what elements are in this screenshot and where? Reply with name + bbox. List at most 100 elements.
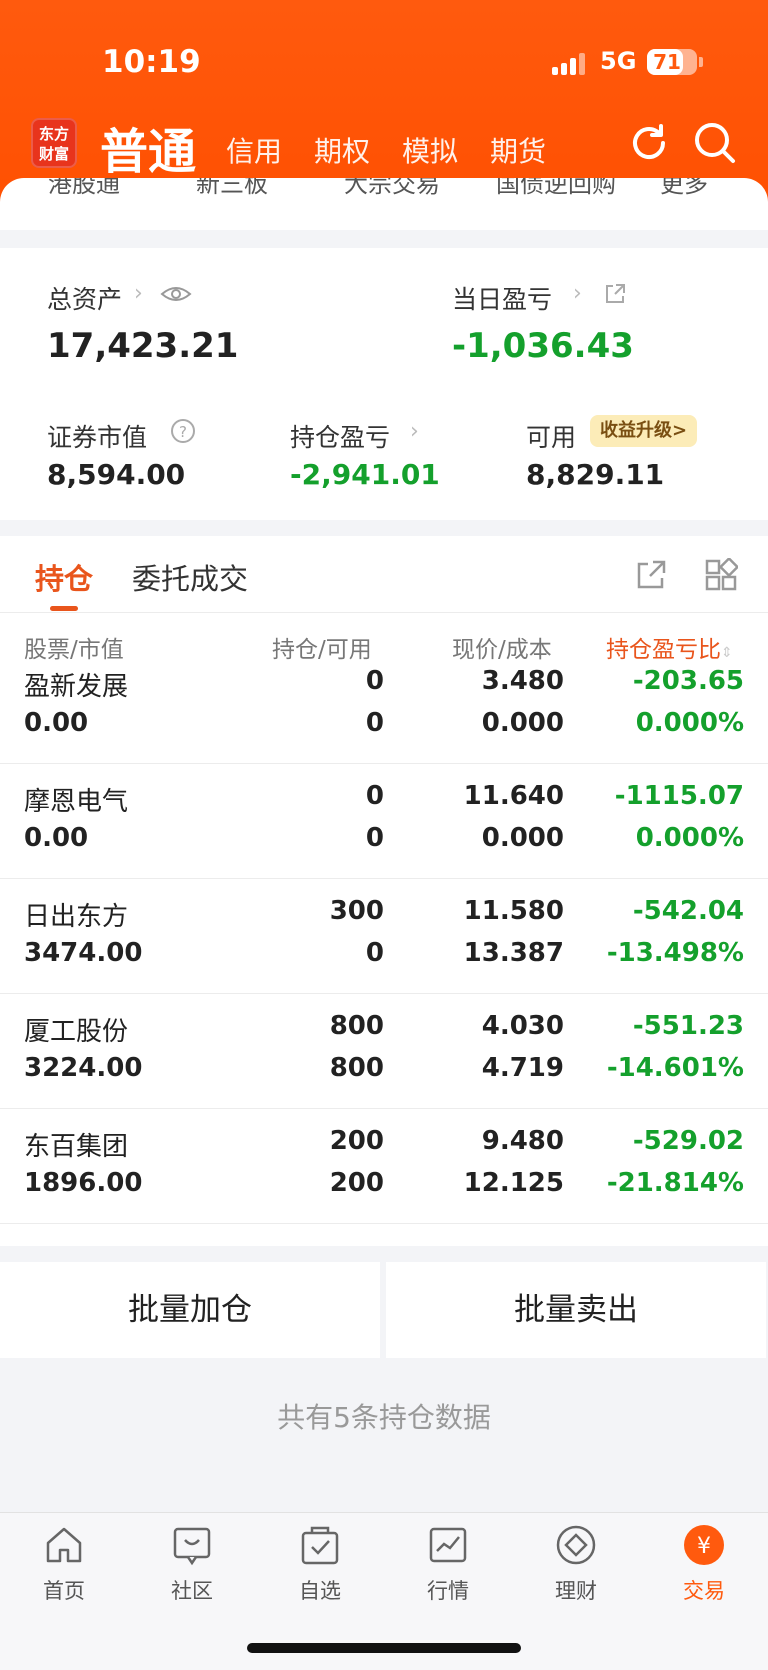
stock-market-value: 0.00 [24,823,89,853]
chevron-right-icon: › [573,281,582,306]
peek-item[interactable]: 更多 [660,178,708,199]
wealth-icon [556,1525,596,1565]
community-icon [173,1527,211,1566]
position-pnl-ratio: 0.000% [635,823,744,853]
batch-actions: 批量加仓 批量卖出 [0,1262,768,1358]
position-pnl-value: -2,941.01 [290,458,440,491]
peek-item[interactable]: 港股通 [48,178,120,199]
eye-icon[interactable] [160,282,192,306]
search-icon[interactable] [692,120,738,166]
stock-name: 厦工股份 [24,1017,129,1047]
tab-simulation[interactable]: 模拟 [402,130,458,170]
home-indicator[interactable] [247,1643,521,1653]
available-qty: 0 [365,708,384,738]
stock-market-value: 1896.00 [24,1168,143,1198]
position-pnl-ratio: 0.000% [635,708,744,738]
current-price: 4.030 [481,1011,564,1041]
trade-yuan-icon: ¥ [684,1525,724,1565]
holdings-count-note: 共有5条持仓数据 [277,1401,491,1434]
cost-price: 0.000 [481,708,564,738]
table-row[interactable]: 盈新发展 0.00 0 0 3.480 0.000 -203.65 0.000% [0,650,768,764]
position-pnl: -529.02 [632,1126,744,1156]
available-value: 8,829.11 [526,458,665,491]
cost-price: 4.719 [481,1053,564,1083]
upgrade-badge[interactable]: 收益升级> [590,415,698,447]
stock-market-value: 3224.00 [24,1053,143,1083]
current-price: 11.580 [463,896,564,926]
stock-name: 摩恩电气 [24,787,129,817]
position-qty: 0 [365,666,384,696]
signal-icon [552,53,586,75]
active-tab-indicator [50,606,78,611]
tab-normal[interactable]: 普通 [100,112,196,182]
cost-price: 0.000 [481,823,564,853]
position-pnl-label[interactable]: 持仓盈亏 [290,418,390,454]
app-header: 10:19 5G 71 东方 财富 普通 信用 期权 模拟 期货 港股通 新三板 … [0,0,768,230]
app-logo: 东方 财富 [31,118,77,168]
tab-positions[interactable]: 持仓 [35,556,93,598]
chevron-right-icon: › [410,419,419,444]
table-row[interactable]: 日出东方 3474.00 300 0 11.580 13.387 -542.04 -13.49… [0,880,768,994]
table-row[interactable]: 摩恩电气 0.00 0 0 11.640 0.000 -1115.07 0.000% [0,765,768,879]
total-assets-label[interactable]: 总资产 [47,280,122,316]
batch-sell-button[interactable]: 批量卖出 [386,1262,766,1358]
current-price: 3.480 [481,666,564,696]
market-value: 8,594.00 [47,458,186,491]
share-icon[interactable] [603,282,627,306]
cost-price: 12.125 [463,1168,564,1198]
position-pnl: -1115.07 [614,781,744,811]
table-row[interactable]: 东百集团 1896.00 200 200 9.480 12.125 -529.02 -21.8… [0,1110,768,1224]
stock-name: 日出东方 [24,902,129,932]
position-pnl: -551.23 [632,1011,744,1041]
position-pnl: -542.04 [632,896,744,926]
battery-icon: 71 [647,49,697,75]
position-qty: 300 [329,896,384,926]
batch-add-button[interactable]: 批量加仓 [0,1262,380,1358]
battery-level: 71 [653,50,681,74]
tab-credit[interactable]: 信用 [226,130,282,170]
watchlist-icon [301,1526,339,1565]
cost-price: 13.387 [463,938,564,968]
grid-icon[interactable] [704,558,738,592]
tab-options[interactable]: 期权 [314,130,370,170]
available-qty: 0 [365,823,384,853]
market-value-label: 证券市值 [47,423,148,452]
current-price: 9.480 [481,1126,564,1156]
stock-name: 东百集团 [24,1132,129,1162]
position-pnl: -203.65 [632,666,744,696]
stock-market-value: 3474.00 [24,938,143,968]
position-pnl-ratio: -13.498% [606,938,744,968]
peek-item[interactable]: 大宗交易 [344,178,440,199]
available-qty: 0 [365,938,384,968]
position-pnl-ratio: -21.814% [606,1168,744,1198]
current-price: 11.640 [463,781,564,811]
available-qty: 800 [329,1053,384,1083]
quick-menu-peek: 港股通 新三板 大宗交易 国债逆回购 更多 [0,178,768,230]
help-icon[interactable]: ? [170,418,196,444]
network-type: 5G [600,47,637,75]
tab-futures[interactable]: 期货 [490,130,546,170]
position-qty: 200 [329,1126,384,1156]
svg-text:¥: ¥ [697,1534,711,1559]
home-icon [46,1527,82,1563]
table-row[interactable]: 厦工股份 3224.00 800 800 4.030 4.719 -551.23 -14.60… [0,995,768,1109]
market-chart-icon [429,1527,467,1563]
available-label: 可用 [526,423,577,452]
total-assets-value: 17,423.21 [47,326,239,366]
daily-pnl-label[interactable]: 当日盈亏 [452,280,552,316]
peek-item[interactable]: 新三板 [196,178,268,199]
daily-pnl-value: -1,036.43 [452,326,634,366]
position-qty: 800 [329,1011,384,1041]
position-pnl-ratio: -14.601% [606,1053,744,1083]
stock-market-value: 0.00 [24,708,89,738]
stock-name: 盈新发展 [24,672,129,702]
svg-text:?: ? [179,423,187,441]
available-qty: 200 [329,1168,384,1198]
peek-item[interactable]: 国债逆回购 [496,178,616,199]
tab-orders[interactable]: 委托成交 [132,556,248,598]
chevron-right-icon: › [134,281,143,306]
refresh-icon[interactable] [626,120,672,166]
export-icon[interactable] [634,558,668,592]
status-time: 10:19 [102,44,201,80]
position-qty: 0 [365,781,384,811]
